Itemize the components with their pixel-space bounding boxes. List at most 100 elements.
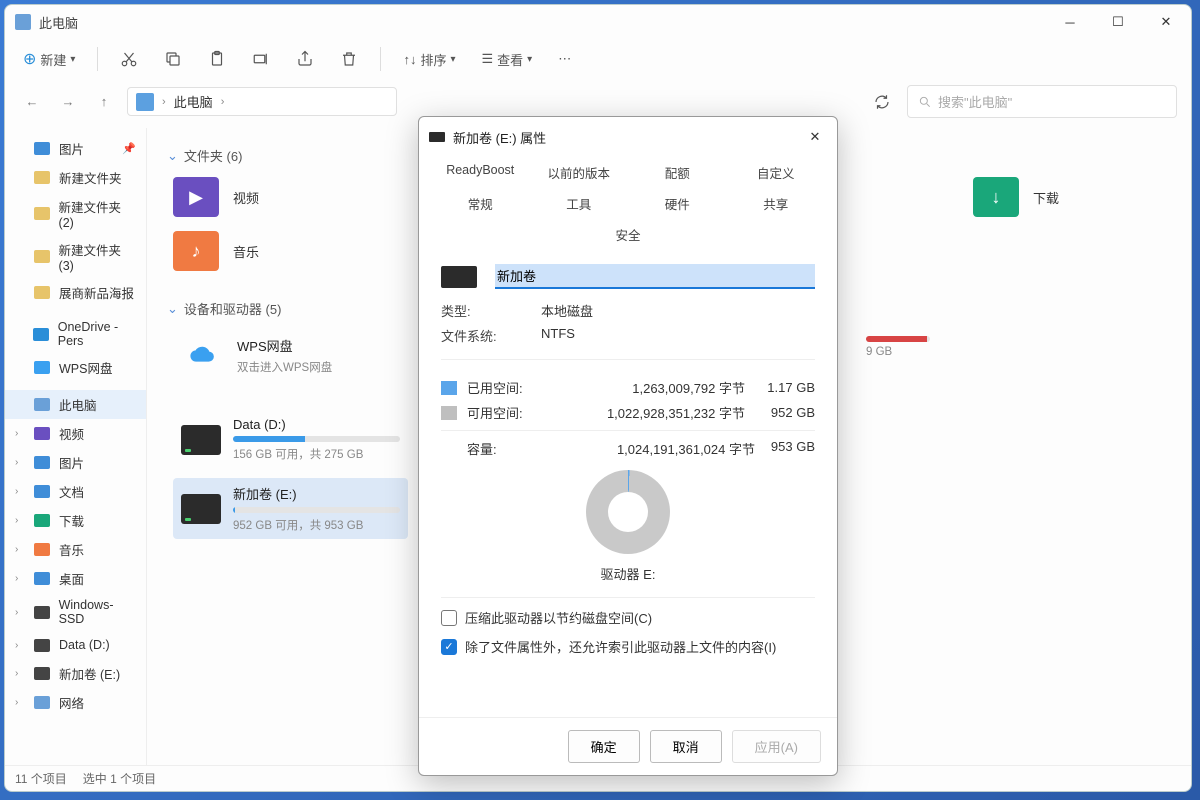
copy-button[interactable] bbox=[156, 46, 190, 72]
sidebar-item[interactable]: ›网络 bbox=[5, 688, 146, 717]
sidebar-item[interactable]: ›视频 bbox=[5, 419, 146, 448]
chevron-right-icon: › bbox=[221, 96, 225, 108]
video-folder-icon: ▶ bbox=[173, 177, 219, 217]
cloud-drive-wps[interactable]: WPS网盘 双击进入WPS网盘 bbox=[173, 330, 408, 381]
drive-partial[interactable]: 9 GB bbox=[858, 330, 938, 364]
sidebar-item[interactable]: ›新加卷 (E:) bbox=[5, 659, 146, 688]
cloud-icon bbox=[181, 340, 225, 372]
chevron-down-icon: ⌄ bbox=[167, 301, 178, 317]
sidebar-item-label: Windows-SSD bbox=[59, 598, 136, 626]
dialog-tab[interactable]: 以前的版本 bbox=[530, 157, 629, 188]
share-button[interactable] bbox=[288, 46, 322, 72]
sidebar-item-label: 下载 bbox=[59, 511, 84, 530]
sidebar-item[interactable]: 此电脑 bbox=[5, 390, 146, 419]
sidebar-item[interactable]: ›Data (D:) bbox=[5, 631, 146, 659]
volume-name-input[interactable] bbox=[495, 264, 815, 289]
sidebar-item[interactable]: WPS网盘 bbox=[5, 353, 146, 382]
sort-icon: ↑↓ bbox=[403, 52, 416, 67]
chevron-right-icon: › bbox=[15, 668, 25, 679]
toolbar: ⊕ 新建 ▾ ↑↓ 排序 ▾ ☰ 查看 ▾ ⋯ bbox=[5, 39, 1191, 83]
dialog-close-button[interactable]: ✕ bbox=[803, 125, 827, 149]
sidebar-item[interactable]: › 下载 bbox=[5, 506, 146, 535]
compress-checkbox-row[interactable]: 压缩此驱动器以节约磁盘空间(C) bbox=[441, 608, 815, 627]
refresh-button[interactable] bbox=[867, 87, 897, 117]
sidebar-item[interactable]: 展商新品海报 bbox=[5, 278, 146, 307]
new-button[interactable]: ⊕ 新建 ▾ bbox=[15, 45, 83, 73]
folder-icon bbox=[33, 694, 51, 712]
sidebar-item[interactable]: 图片📌 bbox=[5, 134, 146, 163]
cancel-button[interactable]: 取消 bbox=[650, 730, 722, 763]
status-count: 11 个项目 bbox=[15, 770, 67, 787]
sort-button[interactable]: ↑↓ 排序 ▾ bbox=[395, 46, 463, 73]
sidebar-item[interactable]: 新建文件夹 (2) bbox=[5, 192, 146, 235]
dialog-tabs-row1: ReadyBoost以前的版本配额自定义 bbox=[419, 157, 837, 188]
window-title: 此电脑 bbox=[39, 13, 1055, 32]
sidebar-item[interactable]: ›Windows-SSD bbox=[5, 593, 146, 631]
chevron-right-icon: › bbox=[15, 515, 25, 526]
view-button[interactable]: ☰ 查看 ▾ bbox=[474, 46, 541, 73]
close-button[interactable]: ✕ bbox=[1151, 12, 1181, 32]
properties-dialog: 新加卷 (E:) 属性 ✕ ReadyBoost以前的版本配额自定义 常规工具硬… bbox=[418, 116, 838, 776]
back-button[interactable]: ← bbox=[19, 89, 45, 115]
chevron-right-icon: › bbox=[15, 640, 25, 651]
folder-icon bbox=[33, 665, 51, 683]
share-icon bbox=[296, 50, 314, 68]
sidebar-item[interactable]: OneDrive - Pers bbox=[5, 315, 146, 353]
dialog-titlebar: 新加卷 (E:) 属性 ✕ bbox=[419, 117, 837, 157]
dialog-tab[interactable]: 自定义 bbox=[727, 157, 826, 188]
sidebar-item-label: 文档 bbox=[59, 482, 84, 501]
breadcrumb-root: 此电脑 bbox=[174, 92, 213, 111]
sidebar-item[interactable]: ›桌面 bbox=[5, 564, 146, 593]
folder-icon bbox=[33, 570, 51, 588]
maximize-button[interactable]: ☐ bbox=[1103, 12, 1133, 32]
pie-label: 驱动器 E: bbox=[601, 564, 656, 583]
drive-icon bbox=[181, 494, 221, 524]
sidebar-item[interactable]: 新建文件夹 bbox=[5, 163, 146, 192]
sidebar-item[interactable]: ›图片 bbox=[5, 448, 146, 477]
folder-video[interactable]: ▶ 视频 bbox=[173, 177, 353, 217]
more-button[interactable]: ⋯ bbox=[550, 47, 579, 71]
cut-button[interactable] bbox=[112, 46, 146, 72]
sidebar-item-label: 展商新品海报 bbox=[59, 283, 134, 302]
sidebar-item-label: 图片 bbox=[59, 139, 84, 158]
search-input[interactable]: 搜索"此电脑" bbox=[907, 85, 1177, 118]
index-label: 除了文件属性外，还允许索引此驱动器上文件的内容(I) bbox=[465, 637, 776, 656]
sidebar-item-label: 视频 bbox=[59, 424, 84, 443]
dialog-tab[interactable]: 工具 bbox=[530, 188, 629, 219]
sidebar-item-label: 此电脑 bbox=[59, 395, 97, 414]
sidebar-item[interactable]: ›音乐 bbox=[5, 535, 146, 564]
drive-icon bbox=[441, 266, 477, 288]
sort-label: 排序 bbox=[420, 50, 446, 69]
free-bytes: 1,022,928,351,232 字节 bbox=[549, 403, 745, 422]
folder-music[interactable]: ♪ 音乐 bbox=[173, 231, 353, 271]
dialog-tab[interactable]: 安全 bbox=[431, 219, 825, 250]
dialog-tabs-row2: 常规工具硬件共享安全 bbox=[419, 188, 837, 250]
index-checkbox-row[interactable]: ✓ 除了文件属性外，还允许索引此驱动器上文件的内容(I) bbox=[441, 637, 815, 656]
folder-icon bbox=[33, 603, 51, 621]
folder-icon bbox=[33, 248, 51, 266]
dialog-tab[interactable]: 硬件 bbox=[628, 188, 727, 219]
dialog-tab[interactable]: 共享 bbox=[727, 188, 826, 219]
dialog-tab[interactable]: 配额 bbox=[628, 157, 727, 188]
up-button[interactable]: ↑ bbox=[91, 89, 117, 115]
breadcrumb[interactable]: › 此电脑 › bbox=[127, 87, 397, 116]
delete-button[interactable] bbox=[332, 46, 366, 72]
sidebar-item[interactable]: ›文档 bbox=[5, 477, 146, 506]
rename-icon bbox=[252, 50, 270, 68]
used-cap: 1.17 GB bbox=[755, 380, 815, 395]
apply-button[interactable]: 应用(A) bbox=[732, 730, 821, 763]
drive-e-selected[interactable]: 新加卷 (E:) 952 GB 可用，共 953 GB bbox=[173, 478, 408, 539]
minimize-button[interactable]: ─ bbox=[1055, 12, 1085, 32]
ok-button[interactable]: 确定 bbox=[568, 730, 640, 763]
folder-downloads[interactable]: ↓ 下载 bbox=[973, 177, 1153, 217]
search-icon bbox=[918, 95, 932, 109]
rename-button[interactable] bbox=[244, 46, 278, 72]
drive-data-d[interactable]: Data (D:) 156 GB 可用，共 275 GB bbox=[173, 411, 408, 468]
paste-button[interactable] bbox=[200, 46, 234, 72]
chevron-down-icon: ▾ bbox=[527, 54, 532, 65]
sidebar-item[interactable]: 新建文件夹 (3) bbox=[5, 235, 146, 278]
dialog-tab[interactable]: 常规 bbox=[431, 188, 530, 219]
forward-button[interactable]: → bbox=[55, 89, 81, 115]
dialog-tab[interactable]: ReadyBoost bbox=[431, 157, 530, 188]
checkbox-checked-icon: ✓ bbox=[441, 639, 457, 655]
